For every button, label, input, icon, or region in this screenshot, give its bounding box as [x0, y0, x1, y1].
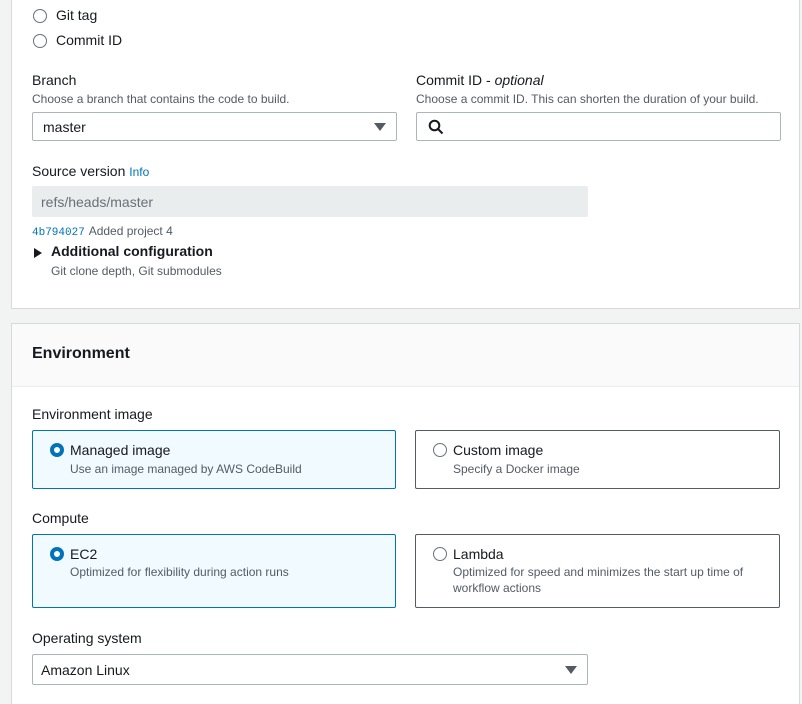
compute-label: Compute	[32, 510, 89, 526]
caret-right-icon	[34, 248, 42, 258]
commit-id-search-input[interactable]	[416, 112, 781, 141]
branch-label: Branch	[32, 72, 77, 88]
operating-system-select[interactable]: Amazon Linux	[32, 654, 588, 685]
lambda-description-line2: workflow actions	[453, 581, 542, 595]
git-tag-label[interactable]: Git tag	[56, 7, 97, 23]
branch-select-value: master	[43, 119, 86, 135]
commit-info: 4b794027 Added project 4	[32, 222, 173, 239]
lambda-tile[interactable]: Lambda Optimized for speed and minimizes…	[415, 534, 780, 608]
commit-id-radio-label[interactable]: Commit ID	[56, 32, 122, 48]
additional-configuration-description: Git clone depth, Git submodules	[51, 264, 222, 278]
custom-image-tile[interactable]: Custom image Specify a Docker image	[415, 430, 780, 489]
operating-system-value: Amazon Linux	[41, 662, 130, 678]
lambda-title: Lambda	[453, 546, 504, 562]
ec2-tile[interactable]: EC2 Optimized for flexibility during act…	[32, 534, 396, 608]
additional-configuration-title: Additional configuration	[51, 243, 213, 259]
environment-title: Environment	[32, 345, 130, 362]
branch-select[interactable]: master	[32, 112, 397, 141]
caret-down-icon	[565, 666, 577, 674]
commit-hash-link[interactable]: 4b794027	[32, 227, 85, 239]
environment-panel: Environment Environment image Managed im…	[11, 323, 800, 704]
custom-image-description: Specify a Docker image	[453, 462, 580, 476]
custom-image-radio[interactable]	[433, 443, 447, 457]
managed-image-tile[interactable]: Managed image Use an image managed by AW…	[32, 430, 396, 489]
lambda-radio[interactable]	[433, 547, 447, 561]
additional-configuration-toggle[interactable]: Additional configuration	[32, 242, 232, 262]
managed-image-description: Use an image managed by AWS CodeBuild	[70, 462, 302, 476]
ec2-description: Optimized for flexibility during action …	[70, 565, 289, 579]
source-panel: Git tag Commit ID Branch Choose a branch…	[11, 0, 800, 309]
ec2-title: EC2	[70, 546, 98, 562]
commit-id-description: Choose a commit ID. This can shorten the…	[416, 92, 759, 106]
caret-down-icon	[374, 123, 386, 131]
managed-image-title: Managed image	[70, 442, 171, 458]
git-tag-radio[interactable]	[33, 9, 47, 23]
custom-image-title: Custom image	[453, 442, 544, 458]
source-version-field: refs/heads/master	[32, 186, 588, 217]
operating-system-label: Operating system	[32, 630, 142, 646]
info-link[interactable]: Info	[129, 165, 149, 179]
commit-message: Added project 4	[88, 224, 173, 238]
commit-id-label: Commit ID - optional	[416, 72, 544, 88]
commit-id-radio[interactable]	[33, 34, 47, 48]
branch-description: Choose a branch that contains the code t…	[32, 92, 290, 106]
environment-image-label: Environment image	[32, 406, 153, 422]
source-version-value: refs/heads/master	[41, 194, 154, 210]
search-icon	[428, 119, 444, 135]
environment-header: Environment	[12, 324, 799, 387]
managed-image-radio[interactable]	[50, 443, 64, 457]
lambda-description-line1: Optimized for speed and minimizes the st…	[453, 565, 744, 579]
ec2-radio[interactable]	[50, 547, 64, 561]
source-version-label: Source version Info	[32, 163, 150, 179]
